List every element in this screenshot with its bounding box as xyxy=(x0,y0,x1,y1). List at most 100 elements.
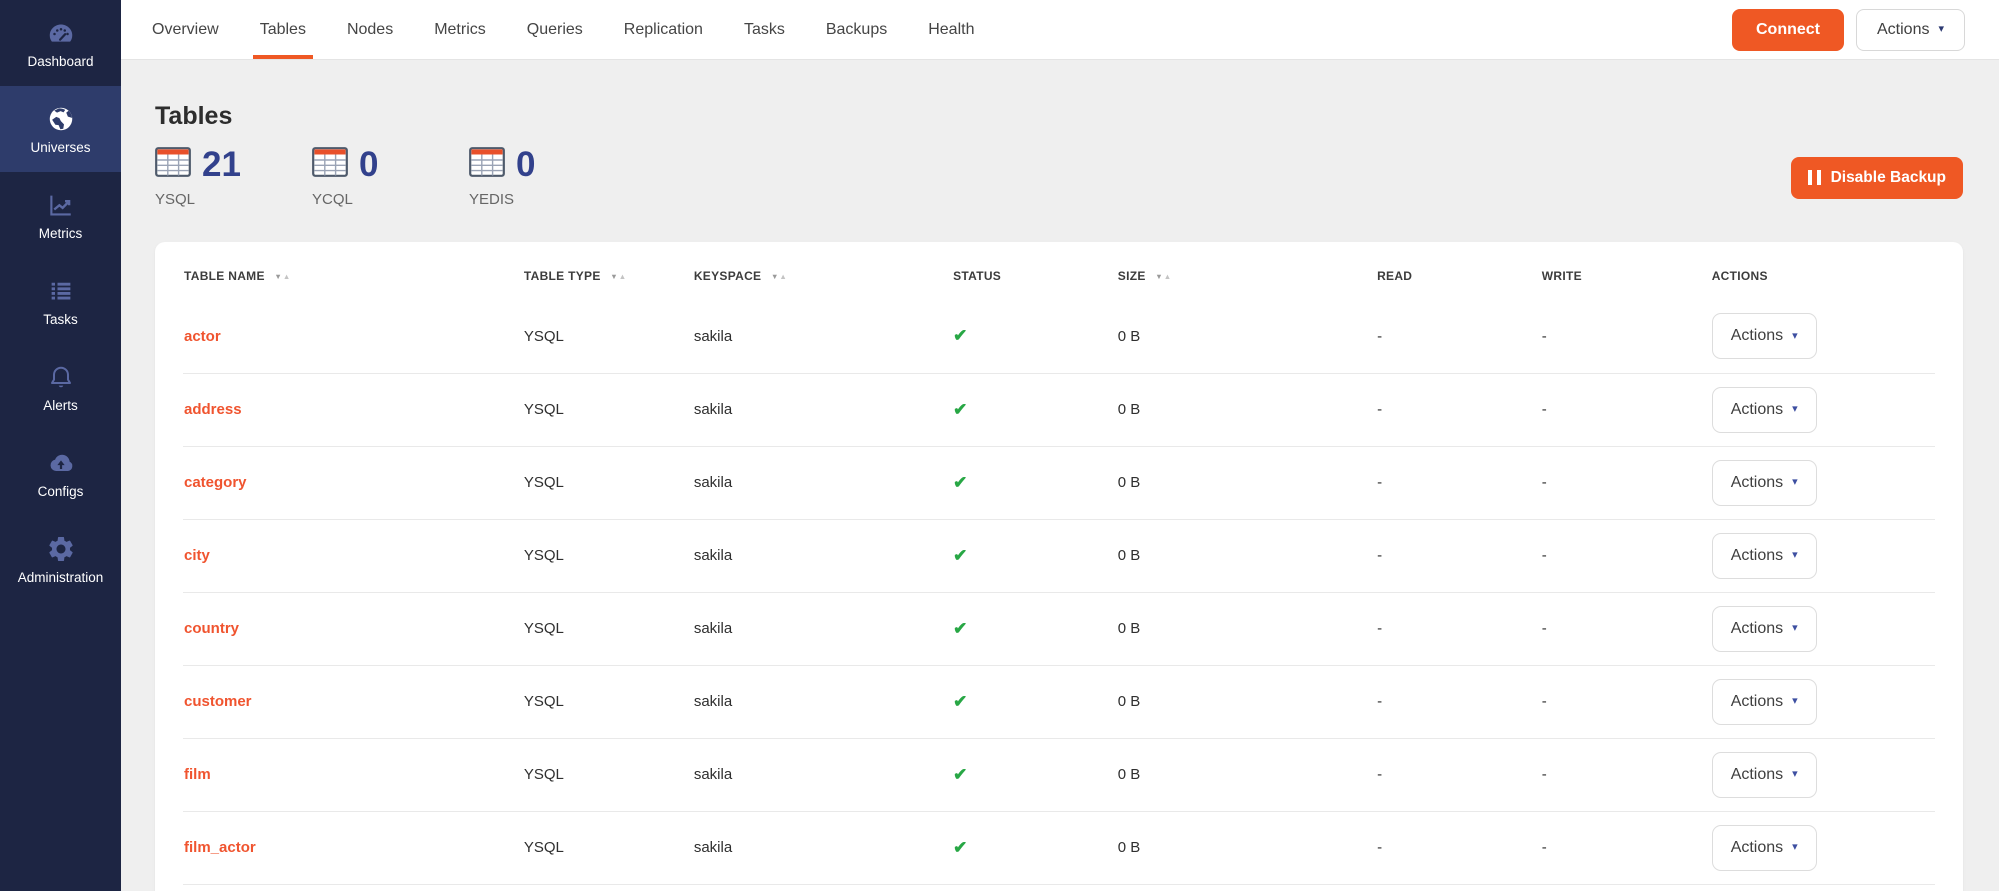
column-header-table-type[interactable]: TABLE TYPE ▼▲ xyxy=(523,252,693,300)
row-actions-dropdown[interactable]: Actions ▾ xyxy=(1712,313,1817,359)
table-name-link[interactable]: film_actor xyxy=(184,839,256,856)
cloud-upload-icon xyxy=(45,447,77,479)
sort-icons[interactable]: ▼▲ xyxy=(1155,272,1172,281)
keyspace-cell: sakila xyxy=(694,547,732,564)
sidebar-item-metrics[interactable]: Metrics xyxy=(0,172,121,258)
sidebar-item-tasks[interactable]: Tasks xyxy=(0,258,121,344)
tab-replication[interactable]: Replication xyxy=(624,0,703,59)
size-cell: 0 B xyxy=(1118,547,1141,564)
column-header-actions: ACTIONS xyxy=(1711,252,1935,300)
sidebar: Dashboard Universes Metrics Tasks Alerts… xyxy=(0,0,121,891)
sort-asc-icon: ▲ xyxy=(779,272,787,281)
sidebar-item-administration[interactable]: Administration xyxy=(0,516,121,602)
sort-icons[interactable]: ▼▲ xyxy=(771,272,788,281)
read-cell: - xyxy=(1377,328,1382,345)
stat-value: 0 xyxy=(359,147,378,182)
table-type-cell: YSQL xyxy=(524,693,564,710)
size-cell: 0 B xyxy=(1118,839,1141,856)
sidebar-item-configs[interactable]: Configs xyxy=(0,430,121,516)
table-name-link[interactable]: film xyxy=(184,766,211,783)
disable-backup-button[interactable]: Disable Backup xyxy=(1791,157,1963,199)
page-title: Tables xyxy=(155,102,1963,131)
disable-backup-label: Disable Backup xyxy=(1831,169,1946,187)
table-type-cell: YSQL xyxy=(524,620,564,637)
row-actions-dropdown[interactable]: Actions ▾ xyxy=(1712,606,1817,652)
row-actions-dropdown[interactable]: Actions ▾ xyxy=(1712,533,1817,579)
read-cell: - xyxy=(1377,693,1382,710)
stat-ysql: 21 YSQL xyxy=(155,147,312,208)
read-cell: - xyxy=(1377,547,1382,564)
table-grid-icon xyxy=(469,147,505,182)
stats-row: 21 YSQL 0 YCQL 0 YEDIS Disable Backup xyxy=(155,147,1963,208)
write-cell: - xyxy=(1542,401,1547,418)
table-row: film_actor YSQL sakila ✔ 0 B - - Actions… xyxy=(183,811,1935,884)
globe-icon xyxy=(46,103,76,135)
size-cell: 0 B xyxy=(1118,474,1141,491)
chevron-down-icon: ▾ xyxy=(1792,769,1798,780)
table-name-link[interactable]: address xyxy=(184,401,242,418)
tables-table: TABLE NAME ▼▲ TABLE TYPE ▼▲ KEYSPACE ▼▲ … xyxy=(183,252,1935,885)
row-actions-dropdown[interactable]: Actions ▾ xyxy=(1712,460,1817,506)
universe-tabs: Overview Tables Nodes Metrics Queries Replica… xyxy=(152,0,974,59)
table-row: actor YSQL sakila ✔ 0 B - - Actions ▾ xyxy=(183,300,1935,373)
column-header-size[interactable]: SIZE ▼▲ xyxy=(1117,252,1376,300)
write-cell: - xyxy=(1542,474,1547,491)
sidebar-item-universes[interactable]: Universes xyxy=(0,86,121,172)
sidebar-item-dashboard[interactable]: Dashboard xyxy=(0,0,121,86)
sort-asc-icon: ▲ xyxy=(619,272,627,281)
tab-tasks[interactable]: Tasks xyxy=(744,0,785,59)
connect-button[interactable]: Connect xyxy=(1732,9,1844,51)
chevron-down-icon: ▾ xyxy=(1792,331,1798,342)
keyspace-cell: sakila xyxy=(694,328,732,345)
stat-label: YCQL xyxy=(312,191,469,208)
column-header-status: STATUS xyxy=(952,252,1117,300)
status-success-icon: ✔ xyxy=(953,400,967,419)
table-name-link[interactable]: country xyxy=(184,620,239,637)
table-name-link[interactable]: customer xyxy=(184,693,252,710)
column-header-keyspace[interactable]: KEYSPACE ▼▲ xyxy=(693,252,952,300)
table-name-link[interactable]: category xyxy=(184,474,247,491)
tab-metrics[interactable]: Metrics xyxy=(434,0,486,59)
chevron-down-icon: ▾ xyxy=(1792,477,1798,488)
row-actions-dropdown[interactable]: Actions ▾ xyxy=(1712,679,1817,725)
tables-card: TABLE NAME ▼▲ TABLE TYPE ▼▲ KEYSPACE ▼▲ … xyxy=(155,242,1963,891)
table-name-link[interactable]: city xyxy=(184,547,210,564)
row-actions-dropdown[interactable]: Actions ▾ xyxy=(1712,825,1817,871)
tab-tables[interactable]: Tables xyxy=(260,0,306,59)
keyspace-cell: sakila xyxy=(694,693,732,710)
read-cell: - xyxy=(1377,474,1382,491)
tab-overview[interactable]: Overview xyxy=(152,0,219,59)
stat-label: YSQL xyxy=(155,191,312,208)
sort-icons[interactable]: ▼▲ xyxy=(610,272,627,281)
size-cell: 0 B xyxy=(1118,401,1141,418)
actions-dropdown-label: Actions xyxy=(1877,21,1929,39)
table-row: customer YSQL sakila ✔ 0 B - - Actions ▾ xyxy=(183,665,1935,738)
sort-icons[interactable]: ▼▲ xyxy=(274,272,291,281)
sidebar-item-alerts[interactable]: Alerts xyxy=(0,344,121,430)
chevron-down-icon: ▾ xyxy=(1792,550,1798,561)
table-type-cell: YSQL xyxy=(524,547,564,564)
tab-queries[interactable]: Queries xyxy=(527,0,583,59)
tab-health[interactable]: Health xyxy=(928,0,974,59)
table-name-link[interactable]: actor xyxy=(184,328,221,345)
universe-actions-dropdown[interactable]: Actions ▾ xyxy=(1856,9,1965,51)
write-cell: - xyxy=(1542,547,1547,564)
table-type-cell: YSQL xyxy=(524,401,564,418)
tab-backups[interactable]: Backups xyxy=(826,0,887,59)
row-actions-dropdown[interactable]: Actions ▾ xyxy=(1712,387,1817,433)
stat-value: 0 xyxy=(516,147,535,182)
read-cell: - xyxy=(1377,839,1382,856)
sort-asc-icon: ▲ xyxy=(1164,272,1172,281)
stat-value: 21 xyxy=(202,147,241,182)
column-header-table-name[interactable]: TABLE NAME ▼▲ xyxy=(183,252,523,300)
keyspace-cell: sakila xyxy=(694,620,732,637)
row-actions-dropdown[interactable]: Actions ▾ xyxy=(1712,752,1817,798)
gear-icon xyxy=(46,533,76,565)
table-count-stats: 21 YSQL 0 YCQL 0 YEDIS xyxy=(155,147,626,208)
table-grid-icon xyxy=(155,147,191,182)
write-cell: - xyxy=(1542,328,1547,345)
status-success-icon: ✔ xyxy=(953,765,967,784)
table-type-cell: YSQL xyxy=(524,328,564,345)
read-cell: - xyxy=(1377,766,1382,783)
tab-nodes[interactable]: Nodes xyxy=(347,0,393,59)
